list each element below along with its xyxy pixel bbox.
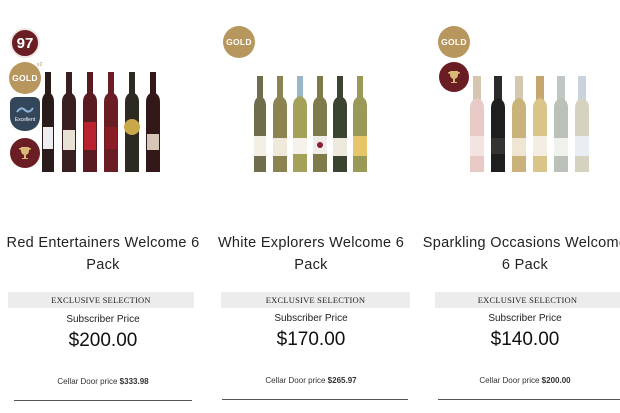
exclusive-selection-tag: EXCLUSIVE SELECTION <box>221 292 410 308</box>
subscriber-price: $200.00 <box>68 330 138 351</box>
sparkling-bottles-image <box>470 76 589 172</box>
cellar-price-value: $333.98 <box>119 377 149 386</box>
bottle <box>491 76 505 172</box>
wave-icon <box>16 107 34 113</box>
score-badge: 97 <box>10 28 40 58</box>
bottle <box>512 76 526 172</box>
wine-bottles-image <box>254 76 367 172</box>
cellar-price-value: $200.00 <box>541 376 571 385</box>
divider <box>14 400 192 401</box>
bottle <box>575 76 589 172</box>
excellent-shield-badge: Excellent <box>10 97 40 131</box>
subscriber-price-label: Subscriber Price <box>66 314 140 325</box>
bottle <box>333 76 347 172</box>
cellar-door-price: Cellar Door price $333.98 <box>0 377 206 386</box>
bottle <box>273 76 287 172</box>
bottle <box>104 72 118 172</box>
bottle <box>124 72 140 172</box>
medal-count: x2 <box>37 62 43 68</box>
product-title[interactable]: Red Entertainers Welcome 6 Pack <box>0 232 206 276</box>
product-title[interactable]: Sparkling Occasions Welcome 6 Pack <box>422 232 620 276</box>
cellar-label: Cellar Door price <box>57 377 118 386</box>
subscriber-price: $140.00 <box>490 329 560 350</box>
bottle <box>254 76 266 172</box>
divider <box>222 399 408 400</box>
product-image[interactable]: 97 GOLD x2 Excellent <box>0 18 206 178</box>
wine-bottles-image <box>42 72 160 172</box>
bottle <box>42 72 54 172</box>
trophy-icon <box>448 71 460 83</box>
cellar-door-price: Cellar Door price $265.97 <box>208 376 414 385</box>
product-card[interactable]: GOLD Sparkling Occasions Welcome 6 Pack … <box>422 0 620 413</box>
cellar-label: Cellar Door price <box>265 376 326 385</box>
bottle <box>313 76 327 172</box>
subscriber-price-label: Subscriber Price <box>488 313 562 324</box>
product-card[interactable]: GOLD White Explorers Welcome 6 Pack EXCL… <box>208 0 414 413</box>
product-card[interactable]: 97 GOLD x2 Excellent Red Entertainers We… <box>0 0 206 413</box>
subscriber-price: $170.00 <box>276 329 346 350</box>
bottle <box>293 76 307 172</box>
bottle <box>146 72 160 172</box>
bottle <box>554 76 568 172</box>
shield-label: Excellent <box>14 117 36 123</box>
product-title[interactable]: White Explorers Welcome 6 Pack <box>208 232 414 276</box>
trophy-icon <box>19 147 31 159</box>
cellar-door-price: Cellar Door price $200.00 <box>422 376 620 385</box>
trophy-badge <box>439 62 469 92</box>
bottle <box>62 72 76 172</box>
gold-medal-badge: GOLD <box>223 26 255 58</box>
product-image[interactable]: GOLD <box>422 18 620 178</box>
gold-medal-badge: GOLD <box>438 26 470 58</box>
exclusive-selection-tag: EXCLUSIVE SELECTION <box>8 292 194 308</box>
cellar-price-value: $265.97 <box>327 376 357 385</box>
product-image[interactable]: GOLD <box>208 18 414 178</box>
exclusive-selection-tag: EXCLUSIVE SELECTION <box>435 292 620 308</box>
bottle <box>353 76 367 172</box>
bottle <box>83 72 97 172</box>
trophy-badge <box>10 138 40 168</box>
subscriber-price-label: Subscriber Price <box>274 313 348 324</box>
bottle <box>533 76 547 172</box>
bottle <box>470 76 484 172</box>
cellar-label: Cellar Door price <box>479 376 540 385</box>
divider <box>438 399 620 400</box>
